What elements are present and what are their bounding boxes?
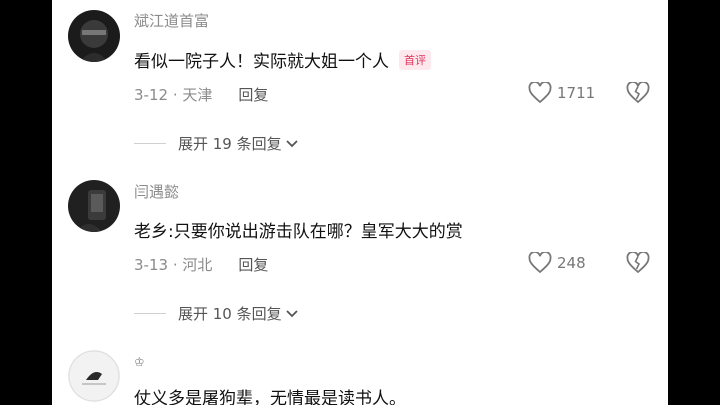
comment-list: 斌江道首富 看似一院子人！实际就大姐一个人 首评 3-12 · 天津 回复 1711… xyxy=(52,0,668,405)
comment-text: 仗义多是屠狗辈，无情最是读书人。 xyxy=(134,389,406,405)
avatar[interactable] xyxy=(68,350,120,402)
comment-text-row: 仗义多是屠狗辈，无情最是读书人。 xyxy=(134,384,406,405)
comment-username[interactable]: ♔ xyxy=(134,355,145,369)
comment-item: ♔ 仗义多是屠狗辈，无情最是读书人。 xyxy=(52,0,668,405)
